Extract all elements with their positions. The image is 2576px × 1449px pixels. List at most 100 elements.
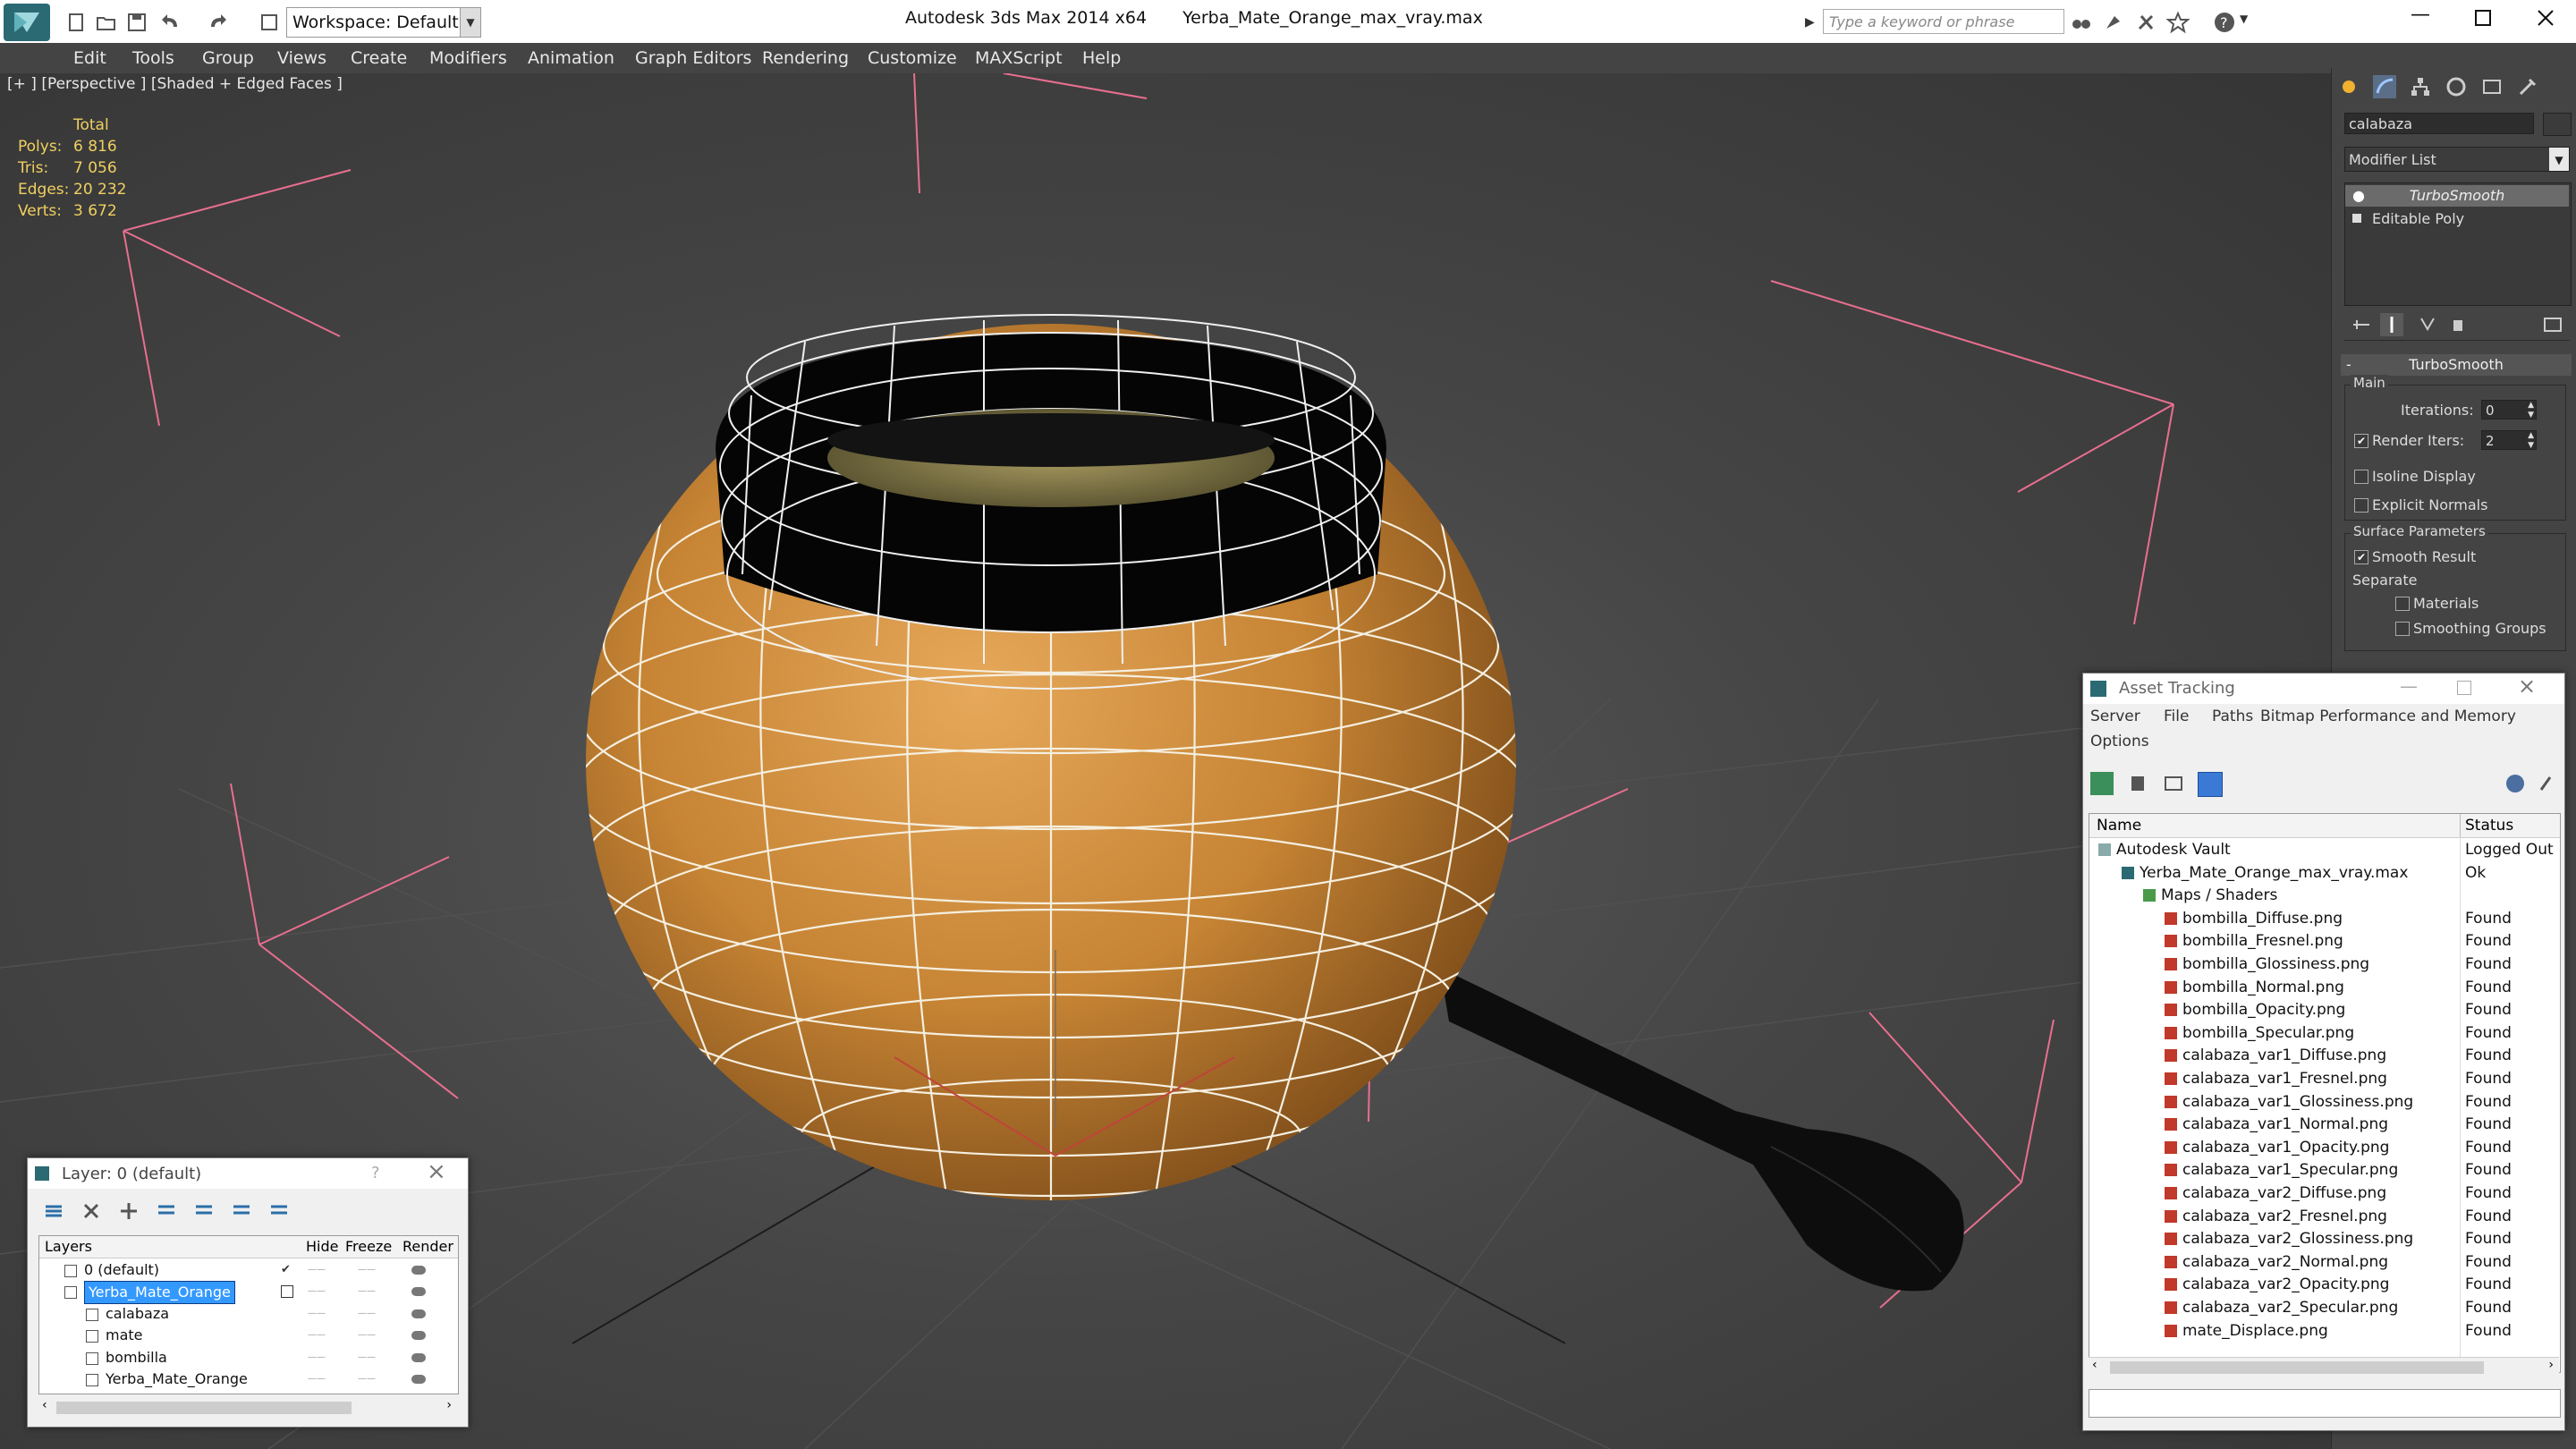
- close-button[interactable]: ×: [427, 1158, 446, 1185]
- asset-row[interactable]: calabaza_var2_Opacity.png Found: [2089, 1274, 2560, 1296]
- hide-toggle[interactable]: ——: [308, 1347, 326, 1368]
- scroll-right-icon[interactable]: ›: [446, 1398, 452, 1412]
- list-view-icon[interactable]: [2126, 772, 2149, 795]
- save-icon[interactable]: [125, 11, 148, 34]
- utilities-tab-icon[interactable]: [2516, 75, 2539, 98]
- smoothing-groups-checkbox[interactable]: [2395, 622, 2410, 636]
- lightbulb-icon[interactable]: ●: [2352, 185, 2365, 207]
- help-icon[interactable]: [2504, 772, 2527, 795]
- open-file-icon[interactable]: [95, 11, 118, 34]
- close-button[interactable]: [2529, 4, 2562, 36]
- asset-row[interactable]: calabaza_var2_Diffuse.png Found: [2089, 1182, 2560, 1205]
- stack-item-turbosmooth[interactable]: ● TurboSmooth: [2345, 185, 2569, 207]
- display-tab-icon[interactable]: [2480, 75, 2504, 98]
- asset-row[interactable]: Maps / Shaders: [2089, 885, 2560, 907]
- column-freeze[interactable]: Freeze: [345, 1236, 392, 1258]
- asset-row[interactable]: bombilla_Opacity.png Found: [2089, 999, 2560, 1021]
- project-folder-icon[interactable]: [258, 11, 281, 34]
- rollout-header[interactable]: - TurboSmooth: [2341, 354, 2572, 376]
- menu-edit[interactable]: Edit: [73, 43, 106, 73]
- render-teapot-icon[interactable]: [411, 1352, 426, 1362]
- configure-sets-icon[interactable]: [2541, 313, 2564, 336]
- workspace-dropdown[interactable]: Workspace: Default ▼: [286, 7, 479, 38]
- isoline-display-checkbox[interactable]: [2354, 470, 2368, 484]
- minimize-button[interactable]: —: [2404, 4, 2436, 36]
- render-teapot-icon[interactable]: [411, 1375, 426, 1384]
- freeze-toggle[interactable]: ——: [358, 1347, 376, 1368]
- maximize-button[interactable]: [2467, 4, 2499, 36]
- render-iters-spinner[interactable]: 2 ▲ ▼: [2481, 430, 2537, 450]
- hide-toggle[interactable]: ——: [308, 1303, 326, 1325]
- spinner-arrows-icon[interactable]: ▲ ▼: [2528, 401, 2534, 420]
- minimize-button[interactable]: —: [2400, 675, 2418, 697]
- menu-rendering[interactable]: Rendering: [762, 43, 849, 73]
- render-iters-checkbox[interactable]: ✔: [2354, 434, 2368, 448]
- asset-row[interactable]: calabaza_var2_Glossiness.png Found: [2089, 1228, 2560, 1250]
- smooth-result-checkbox[interactable]: ✔: [2354, 550, 2368, 564]
- layer-row[interactable]: Yerba_Mate_Orange —— ——: [39, 1368, 458, 1391]
- quick-access-dropdown[interactable]: ▼: [460, 7, 481, 38]
- asset-row[interactable]: calabaza_var1_Diffuse.png Found: [2089, 1045, 2560, 1067]
- search-input[interactable]: Type a keyword or phrase: [1823, 9, 2064, 34]
- menu-bitmap-performance[interactable]: Bitmap Performance and Memory: [2260, 708, 2516, 725]
- communication-icon[interactable]: [2134, 11, 2157, 34]
- table-view-icon[interactable]: [2162, 772, 2185, 795]
- path-field[interactable]: [2089, 1389, 2561, 1418]
- layer-row[interactable]: Yerba_Mate_Orange —— ——: [39, 1281, 458, 1305]
- hide-toggle[interactable]: ——: [308, 1259, 326, 1281]
- expand-plus-icon[interactable]: [2352, 214, 2361, 223]
- app-logo-icon[interactable]: [4, 4, 50, 41]
- select-objects-icon[interactable]: [155, 1199, 178, 1223]
- favorites-star-icon[interactable]: [2165, 11, 2190, 34]
- new-file-icon[interactable]: [64, 11, 88, 34]
- asset-row[interactable]: Autodesk Vault Logged Out: [2089, 839, 2560, 861]
- layers-icon[interactable]: [42, 1199, 65, 1223]
- pin-stack-icon[interactable]: [2350, 313, 2373, 336]
- hide-toggle[interactable]: ——: [308, 1281, 326, 1302]
- render-teapot-icon[interactable]: [411, 1287, 426, 1297]
- asset-row[interactable]: calabaza_var1_Opacity.png Found: [2089, 1137, 2560, 1159]
- asset-row[interactable]: calabaza_var1_Glossiness.png Found: [2089, 1091, 2560, 1114]
- menu-create[interactable]: Create: [351, 43, 407, 73]
- layer-horizontal-scrollbar[interactable]: ‹ ›: [38, 1398, 457, 1418]
- layer-manager-titlebar[interactable]: Layer: 0 (default) ? ×: [28, 1158, 468, 1189]
- freeze-toggle[interactable]: ——: [358, 1281, 376, 1302]
- refresh-icon[interactable]: [2090, 772, 2114, 795]
- menu-graph-editors[interactable]: Graph Editors: [635, 43, 751, 73]
- iterations-spinner[interactable]: 0 ▲ ▼: [2481, 400, 2537, 419]
- column-render[interactable]: Render: [402, 1236, 453, 1258]
- freeze-toggle[interactable]: ——: [358, 1368, 376, 1390]
- asset-row[interactable]: bombilla_Normal.png Found: [2089, 977, 2560, 999]
- materials-checkbox[interactable]: [2395, 597, 2410, 611]
- modify-tab-icon[interactable]: [2373, 75, 2396, 98]
- menu-options[interactable]: Options: [2090, 733, 2149, 750]
- asset-row[interactable]: bombilla_Diffuse.png Found: [2089, 908, 2560, 930]
- menu-tools[interactable]: Tools: [132, 43, 174, 73]
- explicit-normals-checkbox[interactable]: [2354, 498, 2368, 513]
- layer-row[interactable]: mate —— ——: [39, 1325, 458, 1347]
- make-unique-icon[interactable]: [2416, 313, 2439, 336]
- subscription-icon[interactable]: [2102, 11, 2125, 34]
- layer-row[interactable]: 0 (default) ✔ —— ——: [39, 1259, 458, 1282]
- menu-server[interactable]: Server: [2090, 708, 2140, 725]
- asset-row[interactable]: calabaza_var1_Normal.png Found: [2089, 1114, 2560, 1136]
- asset-row[interactable]: mate_Displace.png Found: [2089, 1320, 2560, 1343]
- asset-row[interactable]: calabaza_var2_Specular.png Found: [2089, 1297, 2560, 1319]
- layer-row[interactable]: calabaza —— ——: [39, 1303, 458, 1326]
- scroll-left-icon[interactable]: ‹: [42, 1398, 47, 1412]
- freeze-toggle[interactable]: ——: [358, 1325, 376, 1346]
- close-button[interactable]: ×: [2518, 674, 2536, 699]
- asset-row[interactable]: Yerba_Mate_Orange_max_vray.max Ok: [2089, 862, 2560, 885]
- create-tab-icon[interactable]: [2337, 75, 2360, 98]
- asset-row[interactable]: calabaza_var1_Fresnel.png Found: [2089, 1068, 2560, 1090]
- menu-help[interactable]: Help: [1082, 43, 1121, 73]
- current-layer-checkbox[interactable]: [281, 1285, 293, 1299]
- horizontal-scrollbar[interactable]: ‹ ›: [2089, 1357, 2559, 1377]
- modifier-stack[interactable]: ● TurboSmooth Editable Poly: [2344, 182, 2572, 306]
- hide-toggle[interactable]: ——: [308, 1368, 326, 1390]
- menu-customize[interactable]: Customize: [868, 43, 957, 73]
- hierarchy-tab-icon[interactable]: [2409, 75, 2432, 98]
- layer-row[interactable]: bombilla —— ——: [39, 1347, 458, 1369]
- grid-view-icon[interactable]: [2198, 772, 2223, 797]
- menu-group[interactable]: Group: [202, 43, 254, 73]
